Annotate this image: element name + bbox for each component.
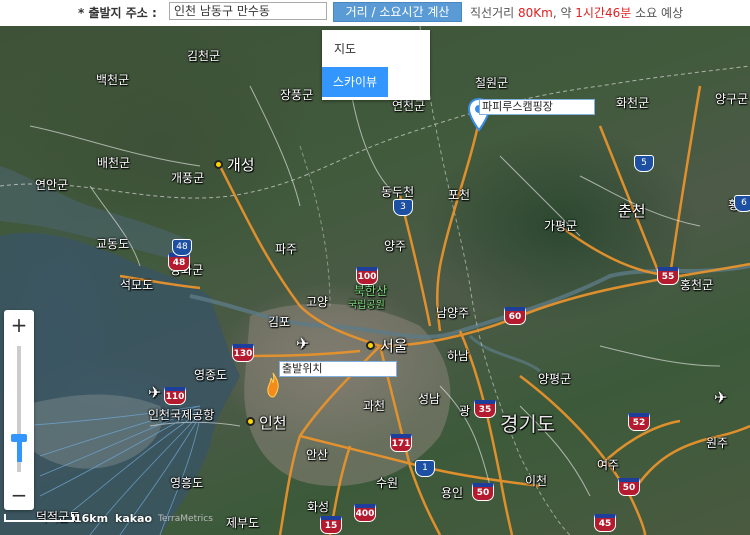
zoom-slider-stem [17,440,22,462]
place-label: 김포 [268,315,291,329]
duration-value: 1시간46분 [575,6,632,20]
place-label: 철원군 [475,76,509,90]
place-label: 인천 [259,414,287,432]
route-shield: 6 [734,195,750,212]
imagery-provider: TerraMetrics [158,514,213,524]
map-type-skyview-button[interactable]: 스카이뷰 [322,67,388,97]
route-shield: 15 [320,516,342,534]
place-label: 파주 [275,242,298,256]
place-label: 하남 [447,349,470,363]
place-label: 교동도 [96,237,130,251]
place-label: 제부도 [226,516,260,530]
place-label: 홍천군 [680,278,714,292]
origin-address-label: * 출발지 주소 : [78,6,157,20]
place-label: 백천군 [96,73,130,87]
map-canvas[interactable]: 김천군 백천군 장풍군 배천군 개성 개풍군 연안군 교동도 석모도 강화군 파… [0,26,750,535]
route-shield: 35 [474,400,496,418]
result-prefix: 직선거리 [470,6,518,20]
place-label: 영종도 [194,368,228,382]
place-label: 개성 [227,156,255,174]
place-label: 배천군 [97,156,131,170]
place-label: 장풍군 [280,88,314,102]
map-type-control: 지도 스카이뷰 [322,30,430,100]
place-label: 인천국제공항 [148,408,215,422]
origin-flame-icon[interactable] [266,372,280,398]
route-shield: 3 [393,199,413,216]
place-label: 화천군 [616,96,650,110]
route-shield: 400 [354,504,376,522]
place-label: 남양주 [436,306,470,320]
result-mid: , 약 [552,6,576,20]
place-label: 영흥도 [170,476,204,490]
place-label: 수원 [376,476,399,490]
place-label: 서울 [380,337,408,355]
place-label: 춘천 [618,202,646,220]
place-label: 안산 [306,448,329,462]
route-shield: 48 [172,239,192,256]
zoom-out-button[interactable]: − [4,480,34,510]
airport-icon: ✈ [296,334,310,353]
place-label: 개풍군 [171,171,205,185]
route-shield: 130 [232,344,254,362]
city-marker [214,160,223,169]
place-label: 용인 [441,486,464,500]
route-shield: 171 [390,434,412,452]
place-label: 양구군 [715,92,749,106]
route-shield: 5 [634,155,654,172]
distance-value: 80Km [517,6,553,20]
route-result: 직선거리 80Km, 약 1시간46분 소요 예상 [470,4,683,21]
kakao-logo[interactable]: kakao [115,512,152,525]
scale-label: 16km [74,512,109,525]
place-label: 가평군 [544,219,578,233]
place-label: 원주 [706,436,729,450]
place-label: 여주 [597,458,620,472]
zoom-in-button[interactable]: + [4,310,34,340]
origin-label: 출발위치 [279,361,397,377]
place-label: 광 [459,404,471,418]
destination-label: 파피루스캠핑장 [479,99,595,115]
scale-bar [4,514,74,522]
origin-address-input[interactable]: 인천 남동구 만수동 [169,2,327,20]
place-label: 석모도 [120,278,154,292]
route-shield: 45 [594,514,616,532]
route-shield: 60 [504,307,526,325]
place-label: 연안군 [35,178,69,192]
city-marker [246,417,255,426]
place-label: 양평군 [538,372,572,386]
place-label: 양주 [384,239,407,253]
place-label: 김천군 [187,49,221,63]
place-label: 이천 [525,474,548,488]
result-suffix: 소요 예상 [631,6,684,20]
place-label: 동두천 [381,185,415,199]
place-label: 과천 [363,399,386,413]
route-shield: 100 [356,267,378,285]
place-label: 국립공원 [348,300,385,311]
place-label: 화성 [307,500,330,514]
route-shield: 52 [628,413,650,431]
route-shield: 55 [657,267,679,285]
address-form: * 출발지 주소 : 인천 남동구 만수동 거리 / 소요시간 계산 직선거리 … [0,0,750,26]
calculate-button[interactable]: 거리 / 소요시간 계산 [333,2,462,22]
city-marker [366,341,375,350]
route-shield: 110 [164,387,186,405]
route-shield: 1 [415,460,435,477]
place-label: 경기도 [500,412,556,436]
map-type-map-button[interactable]: 지도 [334,40,356,57]
place-label: 성남 [418,392,441,406]
route-shield: 50 [472,483,494,501]
zoom-control: + − [4,310,34,510]
route-shield: 50 [618,478,640,496]
airport-icon: ✈ [148,383,162,402]
place-label: 고양 [306,295,329,309]
airport-icon: ✈ [714,388,728,407]
place-label: 포천 [448,188,471,202]
